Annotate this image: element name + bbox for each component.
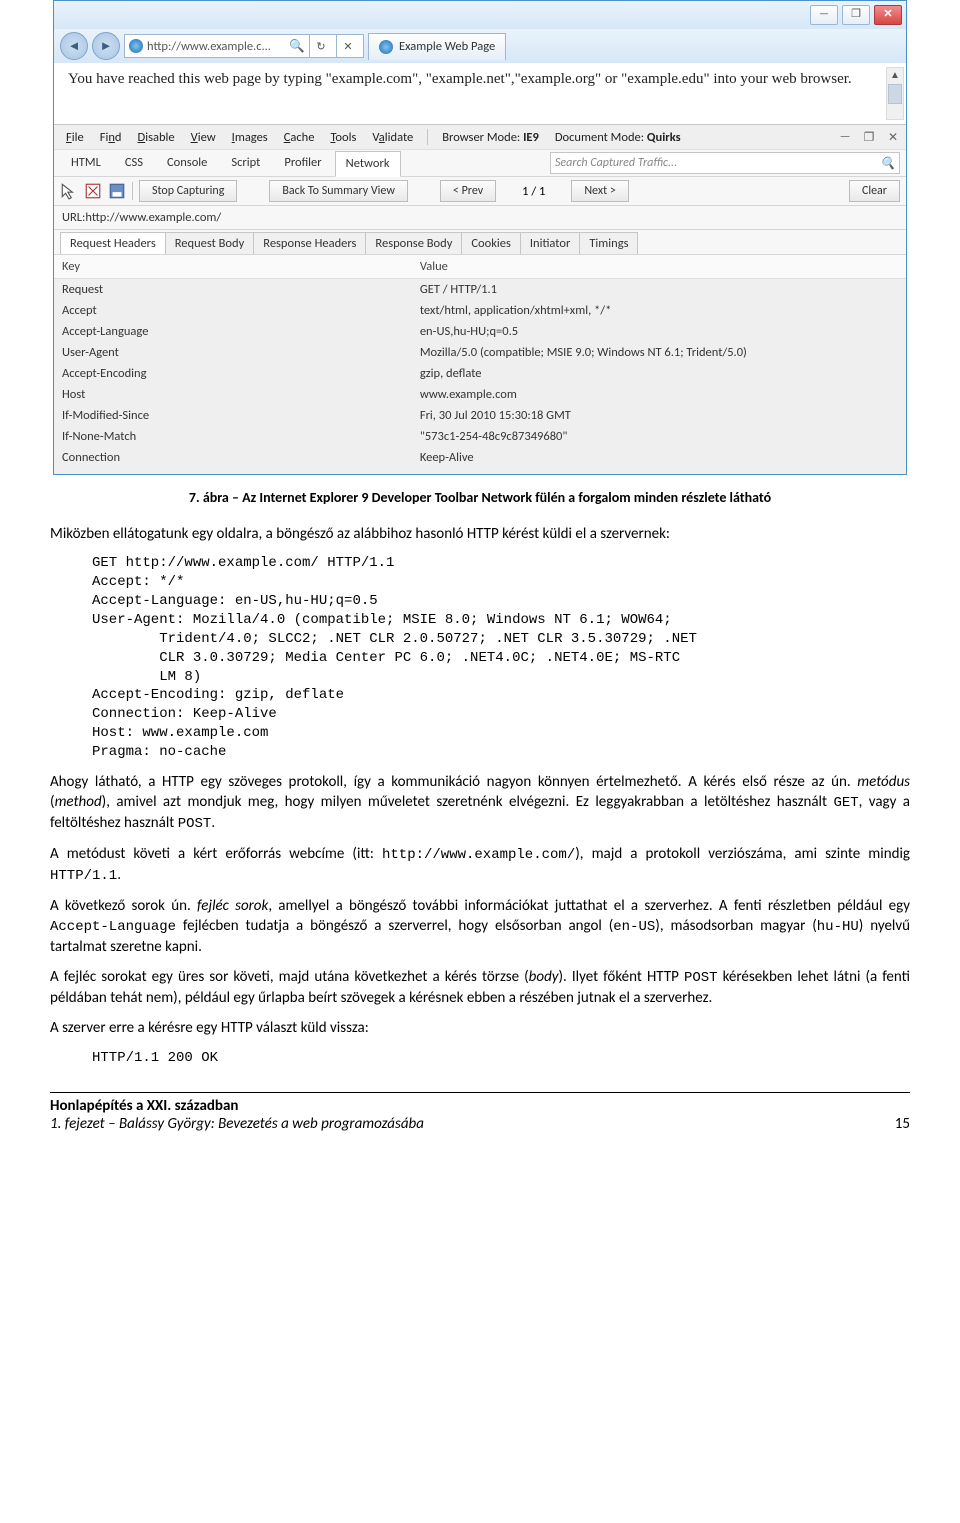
table-row: Hostwww.example.com (54, 384, 906, 405)
document-mode-label[interactable]: Document Mode: Quirks (549, 130, 687, 145)
minimize-button[interactable]: — (810, 5, 838, 25)
address-field[interactable]: http://www.example.c... 🔍 ↻ ✕ (124, 34, 364, 58)
dev-close-icon[interactable]: ✕ (886, 130, 900, 145)
pager-count: 1 / 1 (502, 184, 565, 199)
window-titlebar: — ❐ ✕ (54, 1, 906, 29)
clear-cache-icon[interactable] (84, 182, 102, 200)
url-label: URL: (62, 210, 85, 225)
back-arrow-icon[interactable]: ◄ (60, 32, 88, 60)
ie-favicon-icon (379, 40, 393, 54)
table-row: Accept-Languageen-US,hu-HU;q=0.5 (54, 321, 906, 342)
paragraph-4: A következő sorok ún. fejléc sorok, amel… (50, 896, 910, 957)
request-headers-table: Key Value RequestGET / HTTP/1.1Accepttex… (54, 255, 906, 468)
subtab-initiator[interactable]: Initiator (520, 232, 580, 254)
search-mag-icon[interactable]: 🔍 (289, 39, 305, 54)
menu-disable[interactable]: Disable (132, 130, 181, 145)
menu-view[interactable]: View (185, 130, 222, 145)
dev-sub-tabs: Request Headers Request Body Response He… (54, 230, 906, 255)
scroll-up-icon[interactable]: ▲ (887, 68, 903, 84)
menu-cache[interactable]: Cache (278, 130, 321, 145)
paragraph-3: A metódust követi a kért erőforrás webcí… (50, 844, 910, 886)
next-button[interactable]: Next > (571, 180, 628, 202)
clear-button[interactable]: Clear (849, 180, 900, 202)
table-row: If-None-Match"573c1-254-48c9c87349680" (54, 426, 906, 447)
page-body-text: You have reached this web page by typing… (68, 71, 852, 87)
back-to-summary-button[interactable]: Back To Summary View (269, 180, 408, 202)
prev-button[interactable]: < Prev (440, 180, 496, 202)
dev-main-tabs: HTML CSS Console Script Profiler Network… (54, 149, 906, 177)
search-placeholder: Search Captured Traffic... (555, 156, 677, 170)
page-number: 15 (895, 1115, 910, 1133)
table-row: Accepttext/html, application/xhtml+xml, … (54, 300, 906, 321)
menu-find[interactable]: Find (94, 130, 128, 145)
col-value: Value (412, 255, 906, 279)
table-row: ConnectionKeep-Alive (54, 447, 906, 468)
browser-mode-label[interactable]: Browser Mode: IE9 (436, 130, 545, 145)
search-icon: 🔍 (880, 156, 895, 171)
address-bar-row: ◄ ► http://www.example.c... 🔍 ↻ ✕ Exampl… (54, 29, 906, 63)
page-favicon-icon (129, 39, 143, 53)
dev-toolbar-row: Stop Capturing Back To Summary View < Pr… (54, 177, 906, 206)
table-row: RequestGET / HTTP/1.1 (54, 279, 906, 301)
paragraph-1: Miközben ellátogatunk egy oldalra, a bön… (50, 524, 910, 544)
search-captured-input[interactable]: Search Captured Traffic... 🔍 (550, 152, 900, 174)
code-block-request: GET http://www.example.com/ HTTP/1.1 Acc… (92, 554, 910, 762)
tab-css[interactable]: CSS (114, 150, 154, 176)
url-row: URL:http://www.example.com/ (54, 206, 906, 230)
maximize-button[interactable]: ❐ (842, 5, 870, 25)
dev-menu-bar: File Find Disable View Images Cache Tool… (54, 125, 906, 149)
subtab-timings[interactable]: Timings (579, 232, 638, 254)
menu-tools[interactable]: Tools (324, 130, 362, 145)
stop-icon[interactable]: ✕ (336, 35, 359, 57)
subtab-response-body[interactable]: Response Body (365, 232, 462, 254)
url-value: http://www.example.com/ (85, 210, 221, 225)
tab-title: Example Web Page (399, 39, 495, 54)
code-block-response: HTTP/1.1 200 OK (92, 1049, 910, 1068)
table-row: User-AgentMozilla/5.0 (compatible; MSIE … (54, 342, 906, 363)
scroll-thumb[interactable] (888, 84, 902, 104)
pointer-icon[interactable] (60, 182, 78, 200)
save-icon[interactable] (108, 182, 126, 200)
refresh-icon[interactable]: ↻ (309, 35, 332, 57)
table-row: Accept-Encodinggzip, deflate (54, 363, 906, 384)
stop-capturing-button[interactable]: Stop Capturing (139, 180, 237, 202)
tab-script[interactable]: Script (220, 150, 271, 176)
col-key: Key (54, 255, 412, 279)
table-row: If-Modified-SinceFri, 30 Jul 2010 15:30:… (54, 405, 906, 426)
address-text: http://www.example.c... (147, 39, 271, 54)
tab-console[interactable]: Console (156, 150, 218, 176)
menu-validate[interactable]: Validate (366, 130, 419, 145)
subtab-response-headers[interactable]: Response Headers (253, 232, 366, 254)
subtab-request-body[interactable]: Request Body (165, 232, 255, 254)
page-scrollbar[interactable]: ▲ (886, 67, 904, 120)
menu-file[interactable]: File (60, 130, 90, 145)
forward-arrow-icon[interactable]: ► (92, 32, 120, 60)
tab-profiler[interactable]: Profiler (273, 150, 332, 176)
ie9-window: — ❐ ✕ ◄ ► http://www.example.c... 🔍 ↻ ✕ … (53, 0, 907, 475)
developer-toolbar: File Find Disable View Images Cache Tool… (54, 124, 906, 474)
subtab-cookies[interactable]: Cookies (461, 232, 521, 254)
paragraph-5: A fejléc sorokat egy üres sor követi, ma… (50, 967, 910, 1008)
menu-images[interactable]: Images (226, 130, 274, 145)
paragraph-6: A szerver erre a kérésre egy HTTP válasz… (50, 1018, 910, 1038)
paragraph-2: Ahogy látható, a HTTP egy szöveges proto… (50, 772, 910, 834)
page-footer: Honlapépítés a XXI. században 1. fejezet… (50, 1092, 910, 1133)
tab-html[interactable]: HTML (60, 150, 112, 176)
figure-caption: 7. ábra – Az Internet Explorer 9 Develop… (50, 489, 910, 506)
tab-network[interactable]: Network (335, 151, 401, 177)
footer-title: Honlapépítés a XXI. században (50, 1097, 424, 1115)
close-button[interactable]: ✕ (874, 5, 902, 25)
browser-tab[interactable]: Example Web Page (368, 33, 506, 60)
footer-subtitle: 1. fejezet – Balássy György: Bevezetés a… (50, 1115, 424, 1133)
subtab-request-headers[interactable]: Request Headers (60, 232, 166, 254)
page-content-area: You have reached this web page by typing… (54, 63, 906, 124)
dev-restore-icon[interactable]: ❐ (862, 130, 876, 145)
dev-minimize-icon[interactable]: — (838, 130, 852, 144)
